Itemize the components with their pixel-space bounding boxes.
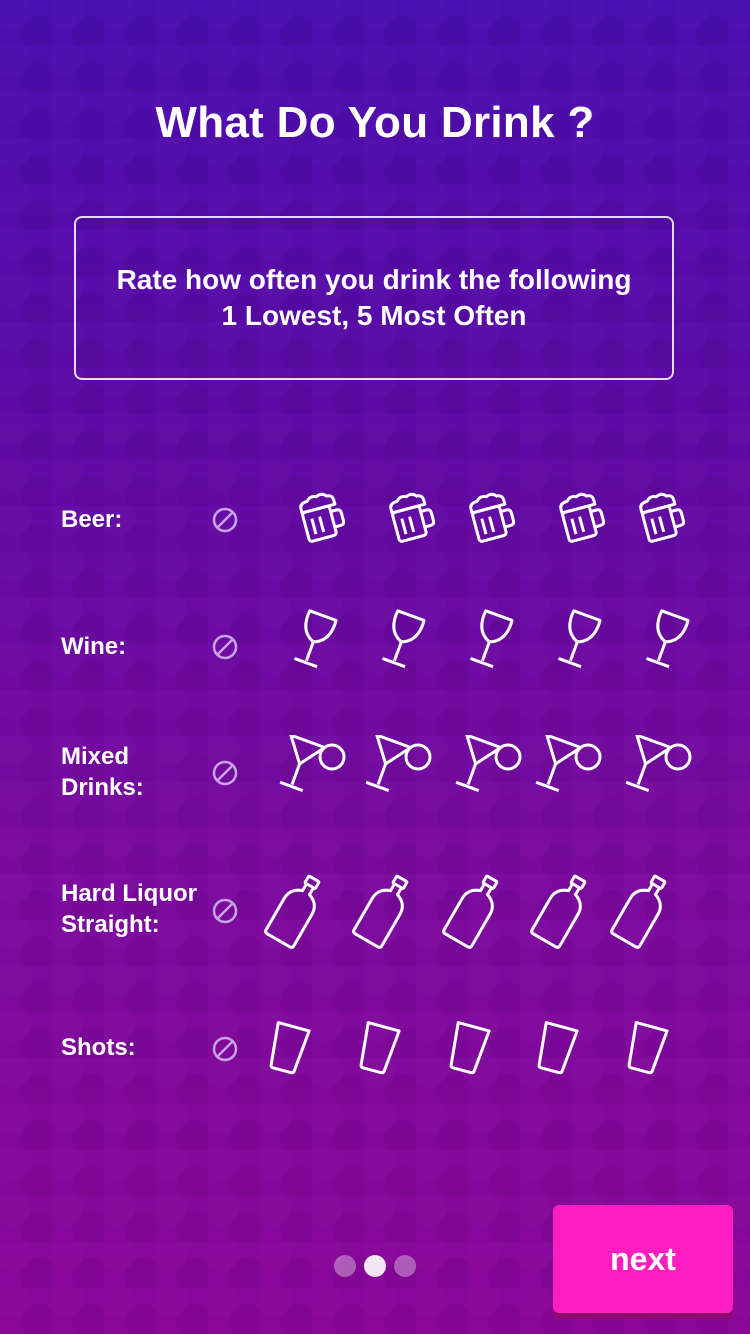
shot-glass-icon[interactable] <box>524 1016 588 1080</box>
next-button[interactable]: next <box>553 1205 733 1313</box>
rating-label: Shots: <box>61 1034 136 1061</box>
none-option-icon[interactable] <box>211 506 239 534</box>
rating-label: Mixed Drinks: <box>61 743 144 801</box>
beer-mug-icon[interactable] <box>290 486 354 550</box>
shot-glass-icon[interactable] <box>346 1016 410 1080</box>
wine-glass-icon[interactable] <box>546 608 610 672</box>
liquor-bottle-icon[interactable] <box>608 870 676 950</box>
instruction-line-1: Rate how often you drink the following <box>116 264 632 295</box>
wine-glass-icon[interactable] <box>282 608 346 672</box>
none-option-icon[interactable] <box>211 759 239 787</box>
beer-mug-icon[interactable] <box>630 486 694 550</box>
instruction-line-2: 1 Lowest, 5 Most Often <box>221 300 527 331</box>
liquor-bottle-icon[interactable] <box>262 870 330 950</box>
cocktail-glass-icon[interactable] <box>358 735 434 799</box>
none-option-icon[interactable] <box>211 1035 239 1063</box>
liquor-bottle-icon[interactable] <box>528 870 596 950</box>
none-option-icon[interactable] <box>211 897 239 925</box>
cocktail-glass-icon[interactable] <box>528 735 604 799</box>
wine-glass-icon[interactable] <box>458 608 522 672</box>
rating-label: Hard Liquor Straight: <box>61 880 197 938</box>
beer-mug-icon[interactable] <box>550 486 614 550</box>
cocktail-glass-icon[interactable] <box>618 735 694 799</box>
liquor-bottle-icon[interactable] <box>350 870 418 950</box>
wine-glass-icon[interactable] <box>370 608 434 672</box>
beer-mug-icon[interactable] <box>460 486 524 550</box>
shot-glass-icon[interactable] <box>256 1016 320 1080</box>
page-dot[interactable] <box>334 1255 356 1277</box>
page-title: What Do You Drink ? <box>155 98 595 147</box>
liquor-bottle-icon[interactable] <box>440 870 508 950</box>
page-dot-active[interactable] <box>364 1255 386 1277</box>
cocktail-glass-icon[interactable] <box>272 735 348 799</box>
none-option-icon[interactable] <box>211 633 239 661</box>
shot-glass-icon[interactable] <box>436 1016 500 1080</box>
page-indicator <box>334 1255 418 1277</box>
instruction-box: Rate how often you drink the following 1… <box>74 216 674 380</box>
rating-label: Beer: <box>61 506 123 533</box>
shot-glass-icon[interactable] <box>614 1016 678 1080</box>
page-dot[interactable] <box>394 1255 416 1277</box>
wine-glass-icon[interactable] <box>634 608 698 672</box>
rating-label: Wine: <box>61 633 127 660</box>
beer-mug-icon[interactable] <box>380 486 444 550</box>
cocktail-glass-icon[interactable] <box>448 735 524 799</box>
